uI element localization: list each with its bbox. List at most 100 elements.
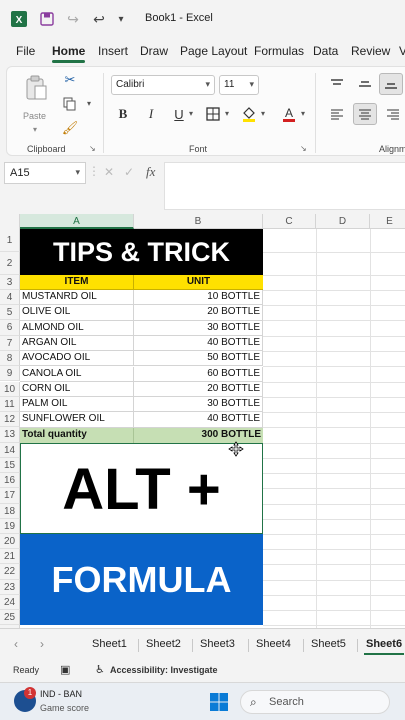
paste-label[interactable]: Paste (23, 111, 46, 121)
column-header-e[interactable]: E (370, 214, 405, 229)
clipboard-launcher-icon[interactable]: ↘ (89, 144, 96, 153)
row-header[interactable]: 18 (0, 503, 20, 519)
row-header[interactable]: 24 (0, 594, 20, 610)
item-unit-cell[interactable]: 60 BOTTLE (134, 366, 263, 382)
row-header[interactable]: 22 (0, 564, 20, 580)
row-header[interactable]: 16 (0, 473, 20, 489)
fill-color-dropdown-icon[interactable]: ▾ (261, 109, 265, 118)
select-all-corner[interactable] (0, 214, 20, 229)
row-header[interactable]: 2 (0, 252, 20, 275)
next-sheet-icon[interactable]: › (40, 637, 44, 651)
excel-icon[interactable]: X (10, 10, 28, 28)
item-name-cell[interactable]: AVOCADO OIL (20, 351, 134, 367)
row-header[interactable]: 10 (0, 381, 20, 397)
row-header[interactable]: 9 (0, 366, 20, 382)
font-launcher-icon[interactable]: ↘ (300, 144, 307, 153)
row-header[interactable]: 6 (0, 320, 20, 336)
enter-icon[interactable]: ✓ (124, 165, 134, 179)
sheet-tab-2[interactable]: Sheet2 (146, 638, 181, 650)
item-name-cell[interactable]: CORN OIL (20, 381, 134, 398)
font-color-icon[interactable]: A (277, 103, 301, 125)
cancel-icon[interactable]: ✕ (104, 165, 114, 179)
row-header[interactable]: 14 (0, 442, 20, 458)
bold-button[interactable]: B (111, 103, 135, 125)
windows-start-icon[interactable] (210, 693, 228, 711)
sheet-tab-6[interactable]: Sheet6 (363, 638, 405, 655)
row-header[interactable]: 11 (0, 396, 20, 413)
align-top-icon[interactable] (325, 73, 349, 95)
item-unit-cell[interactable]: 20 BOTTLE (134, 381, 263, 398)
paste-dropdown-icon[interactable]: ▾ (33, 125, 37, 134)
name-box[interactable]: A15 ▾ (4, 162, 86, 184)
item-name-cell[interactable]: SUNFLOWER OIL (20, 412, 134, 428)
undo-icon[interactable]: ↩ (90, 10, 108, 28)
item-unit-cell[interactable]: 40 BOTTLE (134, 412, 263, 428)
column-header-c[interactable]: C (263, 214, 316, 229)
item-name-cell[interactable]: ALMOND OIL (20, 320, 134, 336)
row-header[interactable]: 15 (0, 458, 20, 474)
format-painter-icon[interactable]: 🖌 (61, 119, 79, 137)
align-center-icon[interactable] (353, 103, 377, 125)
item-unit-cell[interactable]: 20 BOTTLE (134, 305, 263, 321)
item-unit-cell[interactable]: 30 BOTTLE (134, 397, 263, 413)
tab-home[interactable]: Home (52, 44, 86, 63)
row-header[interactable]: 4 (0, 290, 20, 305)
accessibility-status[interactable]: Accessibility: Investigate (110, 665, 218, 675)
accessibility-icon[interactable]: ♿ (95, 663, 105, 676)
column-header-b[interactable]: B (134, 214, 263, 229)
tab-draw[interactable]: Draw (140, 44, 168, 58)
row-header[interactable]: 5 (0, 305, 20, 321)
header-item-cell[interactable]: ITEM (20, 275, 134, 290)
item-unit-cell[interactable]: 10 BOTTLE (134, 290, 263, 306)
weather-title[interactable]: IND - BAN (40, 689, 82, 699)
item-name-cell[interactable]: OLIVE OIL (20, 305, 134, 321)
item-name-cell[interactable]: PALM OIL (20, 397, 134, 413)
column-header-d[interactable]: D (316, 214, 370, 229)
tab-page-layout[interactable]: Page Layout (180, 44, 247, 58)
italic-button[interactable]: I (139, 103, 163, 125)
tab-formulas[interactable]: Formulas (254, 44, 304, 58)
item-unit-cell[interactable]: 40 BOTTLE (134, 335, 263, 352)
tab-data[interactable]: Data (313, 44, 338, 58)
copy-icon[interactable] (61, 95, 79, 113)
header-unit-cell[interactable]: UNIT (134, 275, 263, 290)
tips-trick-banner[interactable]: TIPS & TRICK (20, 229, 263, 275)
borders-dropdown-icon[interactable]: ▾ (225, 109, 229, 118)
total-label-cell[interactable]: Total quantity (20, 427, 134, 443)
align-middle-icon[interactable] (353, 73, 377, 95)
sheet-tab-4[interactable]: Sheet4 (256, 638, 291, 650)
font-size-select[interactable]: 11 ▾ (219, 75, 259, 95)
row-header[interactable]: 19 (0, 518, 20, 534)
font-color-dropdown-icon[interactable]: ▾ (301, 109, 305, 118)
row-header[interactable]: 20 (0, 534, 20, 550)
align-right-icon[interactable] (381, 103, 405, 125)
align-left-icon[interactable] (325, 103, 349, 125)
fill-color-icon[interactable] (237, 103, 261, 125)
sheet-tab-1[interactable]: Sheet1 (92, 638, 127, 650)
row-header[interactable]: 17 (0, 488, 20, 504)
formula-input[interactable] (164, 162, 405, 210)
underline-button[interactable]: U (167, 103, 191, 125)
row-header[interactable]: 1 (0, 229, 20, 252)
alt-plus-banner[interactable]: ALT + (20, 443, 263, 534)
row-header[interactable]: 23 (0, 579, 20, 595)
paste-icon[interactable] (23, 75, 49, 101)
insert-function-icon[interactable]: fx (146, 164, 155, 180)
taskbar-search-box[interactable]: ⌕ Search (240, 690, 390, 714)
formula-banner[interactable]: FORMULA (20, 534, 263, 625)
underline-dropdown-icon[interactable]: ▾ (189, 109, 193, 118)
borders-icon[interactable] (201, 103, 225, 125)
row-header[interactable]: 12 (0, 412, 20, 428)
cut-icon[interactable]: ✂ (61, 71, 79, 89)
item-name-cell[interactable]: CANOLA OIL (20, 366, 134, 382)
sheet-tab-5[interactable]: Sheet5 (311, 638, 346, 650)
row-header[interactable]: 8 (0, 350, 20, 367)
redo-icon[interactable]: ↪ (64, 10, 82, 28)
weather-subtitle[interactable]: Game score (40, 703, 89, 713)
copy-dropdown-icon[interactable]: ▾ (87, 99, 91, 108)
row-header[interactable]: 3 (0, 275, 20, 290)
row-header[interactable]: 7 (0, 335, 20, 351)
item-unit-cell[interactable]: 50 BOTTLE (134, 351, 263, 367)
column-header-a[interactable]: A (20, 214, 134, 229)
tab-view[interactable]: V (399, 44, 405, 58)
